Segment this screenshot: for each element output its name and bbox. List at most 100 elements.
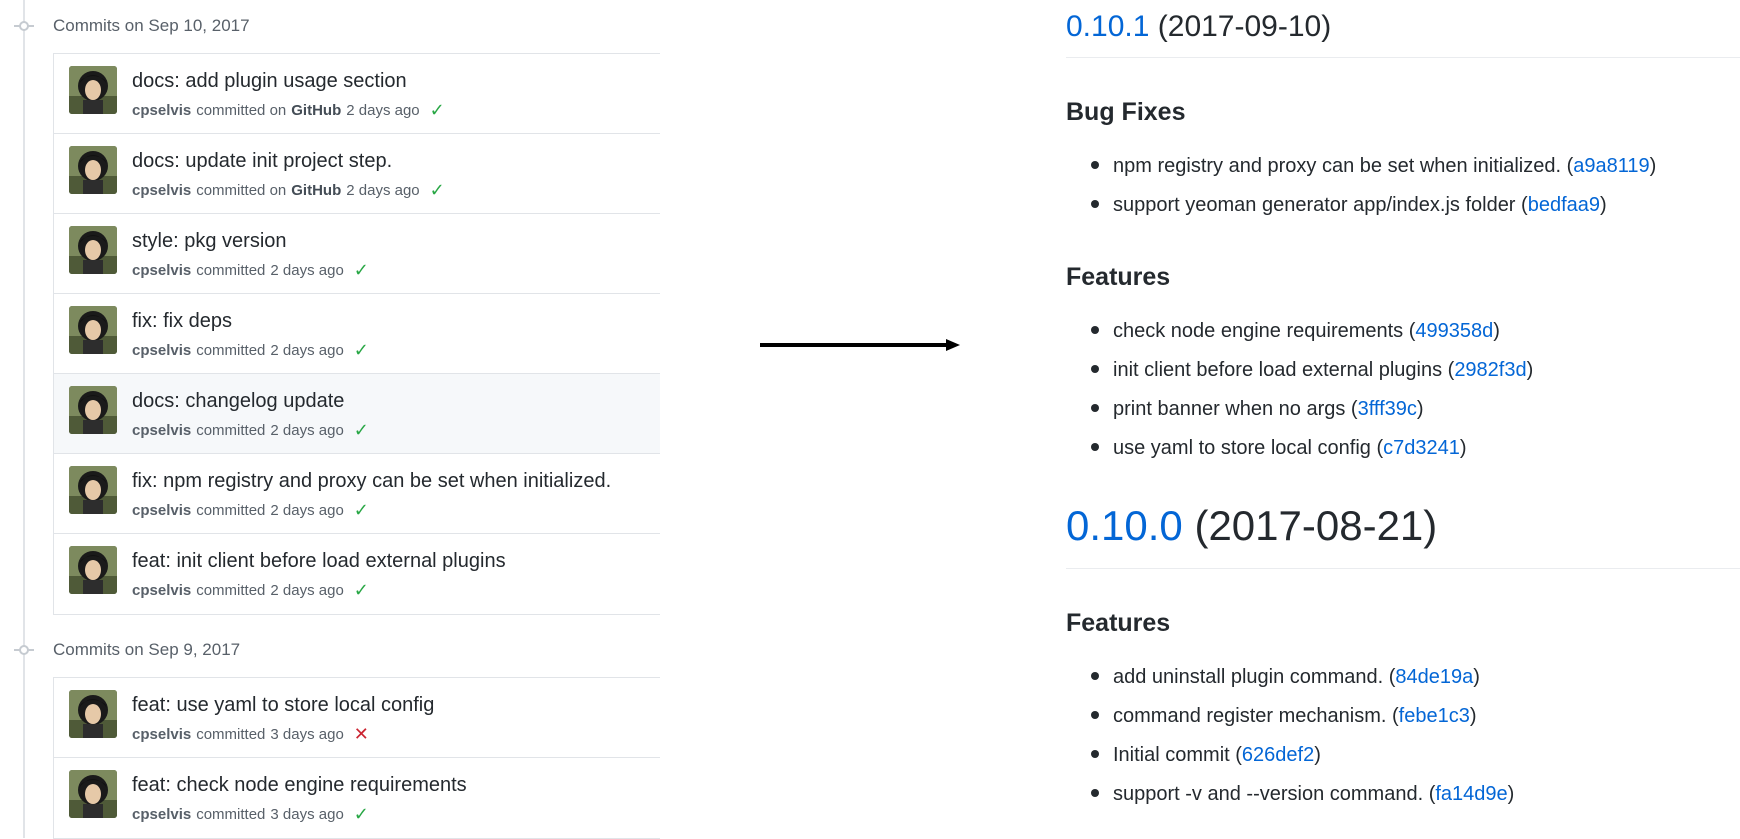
commit-row[interactable]: fix: npm registry and proxy can be set w… (54, 454, 660, 534)
item-text: support yeoman generator app/index.js fo… (1113, 194, 1516, 216)
commit-row[interactable]: feat: use yaml to store local config cps… (54, 678, 660, 758)
bullet-icon (1091, 325, 1099, 334)
avatar[interactable] (69, 66, 117, 114)
check-icon[interactable]: ✓ (430, 101, 445, 119)
x-icon[interactable]: ✕ (354, 725, 369, 743)
commit-message[interactable]: feat: check node engine requirements (132, 774, 467, 797)
check-icon[interactable]: ✓ (354, 501, 369, 519)
commit-hash-link[interactable]: febe1c3 (1399, 705, 1470, 727)
commit-meta: cpselvis committed on GitHub 2 days ago … (132, 101, 445, 119)
commit-history: Commits on Sep 10, 2017 docs: add plugin… (0, 0, 660, 839)
avatar[interactable] (69, 770, 117, 818)
commit-verb: committed on (196, 181, 287, 199)
list-item: use yaml to store local config (c7d3241) (1091, 437, 1467, 460)
commit-author[interactable]: cpselvis (132, 102, 191, 119)
list-item: Initial commit (626def2) (1091, 744, 1321, 767)
commit-hash-link[interactable]: 84de19a (1395, 666, 1473, 688)
commit-meta: cpselvis committed 3 days ago ✓ (132, 805, 369, 823)
bullet-icon (1091, 710, 1099, 719)
list-item: command register mechanism. (febe1c3) (1091, 705, 1477, 728)
release-date: (2017-08-21) (1194, 502, 1438, 549)
commit-row[interactable]: docs: add plugin usage section cpselvis … (54, 54, 660, 134)
commit-message[interactable]: docs: add plugin usage section (132, 70, 407, 93)
commit-meta: cpselvis committed 2 days ago ✓ (132, 581, 369, 599)
check-icon[interactable]: ✓ (354, 581, 369, 599)
release-version-link[interactable]: 0.10.0 (1066, 502, 1183, 549)
commit-row[interactable]: feat: init client before load external p… (54, 534, 660, 614)
commit-hash-link[interactable]: bedfaa9 (1528, 194, 1600, 216)
timeline-line (23, 0, 25, 838)
commit-meta: cpselvis committed 2 days ago ✓ (132, 421, 369, 439)
commit-message[interactable]: fix: npm registry and proxy can be set w… (132, 470, 611, 493)
list-item: support yeoman generator app/index.js fo… (1091, 194, 1607, 217)
item-text: command register mechanism. (1113, 705, 1387, 727)
commit-hash-link[interactable]: 3fff39c (1358, 398, 1417, 420)
avatar[interactable] (69, 386, 117, 434)
bullet-icon (1091, 403, 1099, 412)
item-text: support -v and --version command. (1113, 783, 1424, 805)
bullet-icon (1091, 442, 1099, 451)
commit-time: 2 days ago (270, 261, 344, 279)
commit-row[interactable]: docs: update init project step. cpselvis… (54, 134, 660, 214)
commit-author[interactable]: cpselvis (132, 342, 191, 359)
check-icon[interactable]: ✓ (354, 341, 369, 359)
commit-message[interactable]: feat: init client before load external p… (132, 550, 506, 573)
release-heading: 0.10.0 (2017-08-21) (1066, 502, 1437, 550)
check-icon[interactable]: ✓ (354, 261, 369, 279)
commit-message[interactable]: docs: changelog update (132, 390, 344, 413)
section-title: Bug Fixes (1066, 98, 1186, 126)
commit-time: 2 days ago (270, 341, 344, 359)
avatar[interactable] (69, 226, 117, 274)
commit-time: 2 days ago (346, 101, 420, 119)
commit-author[interactable]: cpselvis (132, 182, 191, 199)
commit-time: 2 days ago (270, 581, 344, 599)
commit-hash-link[interactable]: 626def2 (1242, 744, 1314, 766)
commit-hash-link[interactable]: c7d3241 (1383, 437, 1460, 459)
commit-verb: committed (196, 805, 266, 823)
commit-message[interactable]: feat: use yaml to store local config (132, 694, 434, 717)
commit-author[interactable]: cpselvis (132, 502, 191, 519)
divider (1066, 57, 1740, 58)
release-version-link[interactable]: 0.10.1 (1066, 10, 1149, 43)
item-text: print banner when no args (1113, 398, 1346, 420)
bullet-icon (1091, 749, 1099, 758)
list-item: init client before load external plugins… (1091, 359, 1533, 382)
commit-message[interactable]: docs: update init project step. (132, 150, 392, 173)
item-text: add uninstall plugin command. (1113, 666, 1384, 688)
check-icon[interactable]: ✓ (354, 805, 369, 823)
commit-message[interactable]: fix: fix deps (132, 310, 232, 333)
commit-hash-link[interactable]: fa14d9e (1435, 783, 1507, 805)
list-item: support -v and --version command. (fa14d… (1091, 783, 1514, 806)
commit-row[interactable]: docs: changelog update cpselvis committe… (54, 374, 660, 454)
commit-row[interactable]: feat: check node engine requirements cps… (54, 758, 660, 838)
commit-hash-link[interactable]: 2982f3d (1454, 359, 1526, 381)
commit-row[interactable]: style: pkg version cpselvis committed 2 … (54, 214, 660, 294)
commit-verb: committed (196, 421, 266, 439)
commit-node-icon (14, 644, 34, 656)
item-text: init client before load external plugins (1113, 359, 1443, 381)
release-heading: 0.10.1 (2017-09-10) (1066, 10, 1331, 44)
commit-verb: committed (196, 581, 266, 599)
bullet-icon (1091, 199, 1099, 208)
commit-author[interactable]: cpselvis (132, 582, 191, 599)
check-icon[interactable]: ✓ (354, 421, 369, 439)
commit-author[interactable]: cpselvis (132, 422, 191, 439)
avatar[interactable] (69, 466, 117, 514)
commit-author[interactable]: cpselvis (132, 806, 191, 823)
commit-hash-link[interactable]: a9a8119 (1573, 155, 1649, 177)
commit-group-header: Commits on Sep 10, 2017 (0, 12, 660, 40)
avatar[interactable] (69, 546, 117, 594)
commit-author[interactable]: cpselvis (132, 262, 191, 279)
commit-row[interactable]: fix: fix deps cpselvis committed 2 days … (54, 294, 660, 374)
changelog: 0.10.1 (2017-09-10) Bug Fixes npm regist… (1066, 0, 1740, 838)
item-text: check node engine requirements (1113, 320, 1404, 342)
commit-author[interactable]: cpselvis (132, 726, 191, 743)
commit-message[interactable]: style: pkg version (132, 230, 287, 253)
commit-time: 2 days ago (270, 501, 344, 519)
check-icon[interactable]: ✓ (430, 181, 445, 199)
avatar[interactable] (69, 690, 117, 738)
commit-meta: cpselvis committed on GitHub 2 days ago … (132, 181, 445, 199)
avatar[interactable] (69, 146, 117, 194)
commit-hash-link[interactable]: 499358d (1415, 320, 1493, 342)
avatar[interactable] (69, 306, 117, 354)
